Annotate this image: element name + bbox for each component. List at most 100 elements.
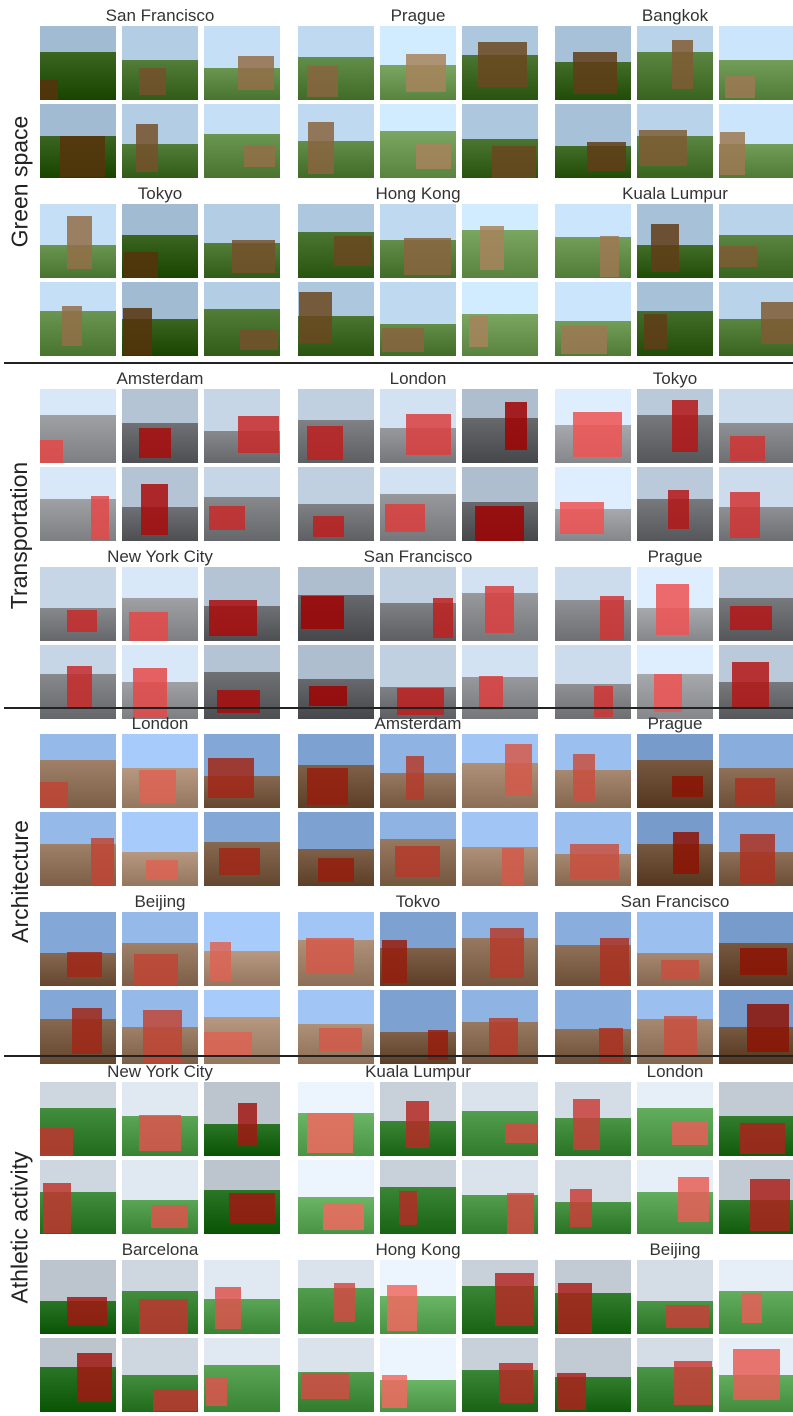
photo-subject [208,758,254,798]
city-title: London [389,369,447,388]
photo-subject [639,130,687,166]
photo-sky [298,1082,374,1114]
photo-ground [380,1186,456,1234]
city-group: Tokyo [40,184,280,360]
photo-thumbnail [40,567,116,641]
photo-sky [719,1260,793,1292]
photo-subject [313,516,344,537]
photo-thumbnail [462,1338,538,1412]
photo-thumbnail [204,1082,280,1156]
city-group: Amsterdam [298,714,538,890]
photo-thumbnail [298,389,374,463]
photo-subject [43,1183,71,1233]
city-group: London [555,1062,793,1238]
city-title: Tokyo [652,369,698,388]
photo-sky [637,645,713,674]
photo-thumbnail [380,1160,456,1234]
city-title: Prague [647,714,703,733]
city-title: Prague [390,6,446,25]
photo-subject [399,1191,417,1225]
photo-thumbnail [719,204,793,278]
section-label: Transportation [0,363,40,707]
photo-subject [318,858,354,882]
photo-thumbnail [719,812,793,886]
photo-subject [673,832,699,874]
city-title: Tokyo [137,184,183,203]
city-group: Prague [555,547,793,723]
photo-thumbnail [462,282,538,356]
photo-subject [570,1189,592,1227]
photo-thumbnail [204,389,280,463]
city-title: New York City [107,547,213,566]
photo-subject [644,314,667,349]
photo-sky [298,567,374,596]
photo-sky [462,645,538,677]
photo-subject [151,1205,188,1228]
city-title: London [131,714,189,733]
section-label: Green space [0,0,40,362]
photo-subject [507,1193,534,1234]
photo-sky [555,1338,631,1378]
photo-sky [637,282,713,311]
photo-sky [462,104,538,139]
photo-ground [555,237,631,278]
city-group: Tokyo [555,369,793,545]
photo-thumbnail [637,734,713,808]
photo-sky [462,1082,538,1111]
photo-sky [298,389,374,421]
photo-sky [719,912,793,944]
photo-sky [298,467,374,504]
photo-sky [122,912,198,944]
photo-sky [555,282,631,322]
photo-subject [209,506,245,530]
photo-subject [740,1123,785,1154]
photo-subject [730,436,765,461]
photo-thumbnail [298,282,374,356]
photo-thumbnail [719,282,793,356]
photo-thumbnail [122,204,198,278]
photo-thumbnail [555,1338,631,1412]
city-title: Kuala Lumpur [622,184,728,203]
photo-thumbnail [555,26,631,100]
photo-thumbnail [298,812,374,886]
photo-thumbnail [380,282,456,356]
photo-sky [40,734,116,760]
photo-subject [475,506,524,541]
city-group: Amsterdam [40,369,280,545]
photo-thumbnail [637,467,713,541]
photo-subject [600,236,619,277]
city-title: Beijing [134,892,186,911]
photo-subject [301,1373,349,1399]
photo-thumbnail [204,912,280,986]
photo-sky [122,1160,198,1200]
photo-sky [380,282,456,325]
photo-thumbnail [637,282,713,356]
photo-thumbnail [40,990,116,1064]
photo-sky [204,990,280,1017]
photo-sky [555,645,631,685]
city-group: Kuala Lumpur [555,184,793,360]
photo-thumbnail [204,734,280,808]
photo-thumbnail [555,567,631,641]
photo-thumbnail [637,26,713,100]
photo-sky [555,990,631,1030]
photo-subject [334,236,372,266]
city-title: Amsterdam [374,714,462,733]
photo-thumbnail [637,204,713,278]
photo-subject [750,1179,790,1231]
photo-sky [122,389,198,424]
photo-sky [637,912,713,954]
photo-thumbnail [637,1338,713,1412]
photo-subject [387,1285,417,1331]
photo-sky [40,567,116,609]
photo-subject [406,54,446,92]
photo-thumbnail [462,467,538,541]
photo-thumbnail [204,204,280,278]
photo-subject [573,1099,600,1150]
photo-subject [725,76,755,98]
city-group: Bangkok [555,6,793,182]
photo-thumbnail [122,282,198,356]
section-label-text: Architecture [6,820,33,943]
photo-subject [139,1299,188,1334]
photo-thumbnail [555,204,631,278]
